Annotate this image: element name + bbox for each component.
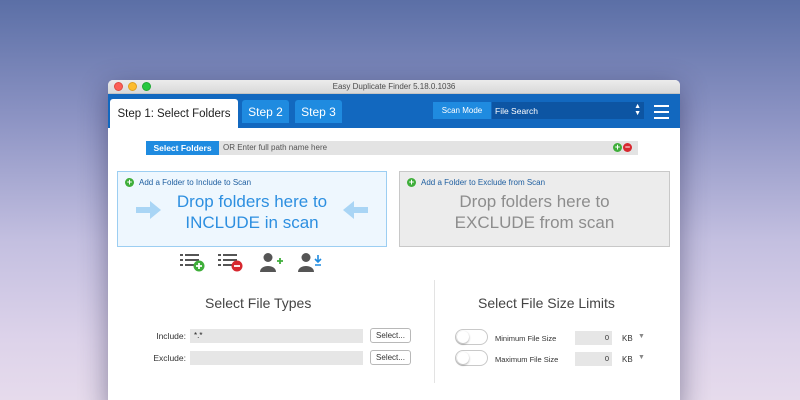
hamburger-menu-icon[interactable]: [654, 105, 669, 123]
file-types-title: Select File Types: [205, 295, 312, 311]
max-size-label: Maximum File Size: [495, 355, 559, 364]
min-unit-dropdown-icon[interactable]: ▼: [638, 333, 645, 340]
close-window-button[interactable]: [114, 82, 123, 91]
maximize-window-button[interactable]: [142, 82, 151, 91]
include-types-input[interactable]: *.*: [190, 329, 363, 343]
add-path-icon[interactable]: +: [613, 143, 622, 152]
max-unit-dropdown-icon[interactable]: ▼: [638, 354, 645, 361]
window-title: Easy Duplicate Finder 5.18.0.1036: [332, 82, 456, 91]
window-controls: [114, 82, 151, 91]
updown-arrow-icon: ▲ ▼: [634, 103, 641, 117]
exclude-types-input[interactable]: [190, 351, 363, 365]
arrow-left-icon: [343, 201, 368, 219]
max-size-input[interactable]: 0: [575, 352, 612, 366]
min-size-label: Minimum File Size: [495, 334, 557, 343]
min-size-unit: KB: [622, 334, 633, 343]
max-size-toggle[interactable]: [455, 350, 488, 366]
path-bar: Select Folders OR Enter full path name h…: [146, 141, 638, 155]
include-select-button[interactable]: Select...: [370, 328, 411, 343]
folder-toolbar: [180, 252, 330, 274]
exclude-types-label: Exclude:: [153, 353, 186, 363]
select-folders-button[interactable]: Select Folders: [146, 141, 219, 155]
add-user-icon[interactable]: [260, 252, 286, 272]
tab-step-3[interactable]: Step 3: [295, 100, 342, 123]
minimize-window-button[interactable]: [128, 82, 137, 91]
step-header: Step 1: Select Folders Step 2 Step 3 Sca…: [108, 94, 680, 128]
add-include-icon[interactable]: +: [125, 178, 134, 187]
exclude-drop-line-2: EXCLUDE from scan: [454, 213, 615, 232]
file-size-title: Select File Size Limits: [478, 295, 615, 311]
exclude-header-label: Add a Folder to Exclude from Scan: [421, 178, 546, 187]
tab-step-1[interactable]: Step 1: Select Folders: [110, 99, 238, 128]
include-header-label: Add a Folder to Include to Scan: [139, 178, 252, 187]
remove-list-icon[interactable]: [218, 252, 244, 272]
add-list-icon[interactable]: [180, 252, 206, 272]
exclude-header[interactable]: + Add a Folder to Exclude from Scan: [407, 178, 545, 187]
tab-step-1-prefix: Step 1:: [117, 107, 154, 120]
section-divider: [434, 280, 435, 383]
app-window: Easy Duplicate Finder 5.18.0.1036 Step 1…: [108, 80, 680, 400]
scan-mode-value: File Search: [495, 105, 538, 116]
path-input[interactable]: OR Enter full path name here: [223, 141, 327, 155]
include-drop-zone[interactable]: + Add a Folder to Include to Scan Drop f…: [117, 171, 387, 247]
download-user-icon[interactable]: [298, 252, 324, 272]
exclude-select-button[interactable]: Select...: [370, 350, 411, 365]
title-bar: Easy Duplicate Finder 5.18.0.1036: [108, 80, 680, 94]
tab-step-1-label: Select Folders: [156, 107, 231, 120]
include-header[interactable]: + Add a Folder to Include to Scan: [125, 178, 251, 187]
exclude-drop-zone[interactable]: + Add a Folder to Exclude from Scan Drop…: [399, 171, 670, 247]
max-size-unit: KB: [622, 355, 633, 364]
add-exclude-icon[interactable]: +: [407, 178, 416, 187]
exclude-drop-line-1: Drop folders here to: [459, 192, 610, 211]
tab-step-2[interactable]: Step 2: [242, 100, 289, 123]
min-size-toggle[interactable]: [455, 329, 488, 345]
exclude-drop-text: Drop folders here to EXCLUDE from scan: [400, 191, 669, 233]
scan-mode-label: Scan Mode: [433, 102, 491, 119]
include-types-label: Include:: [156, 331, 186, 341]
remove-path-icon[interactable]: −: [623, 143, 632, 152]
path-actions: + −: [613, 143, 632, 152]
scan-mode-select[interactable]: File Search ▲ ▼: [492, 102, 644, 119]
min-size-input[interactable]: 0: [575, 331, 612, 345]
